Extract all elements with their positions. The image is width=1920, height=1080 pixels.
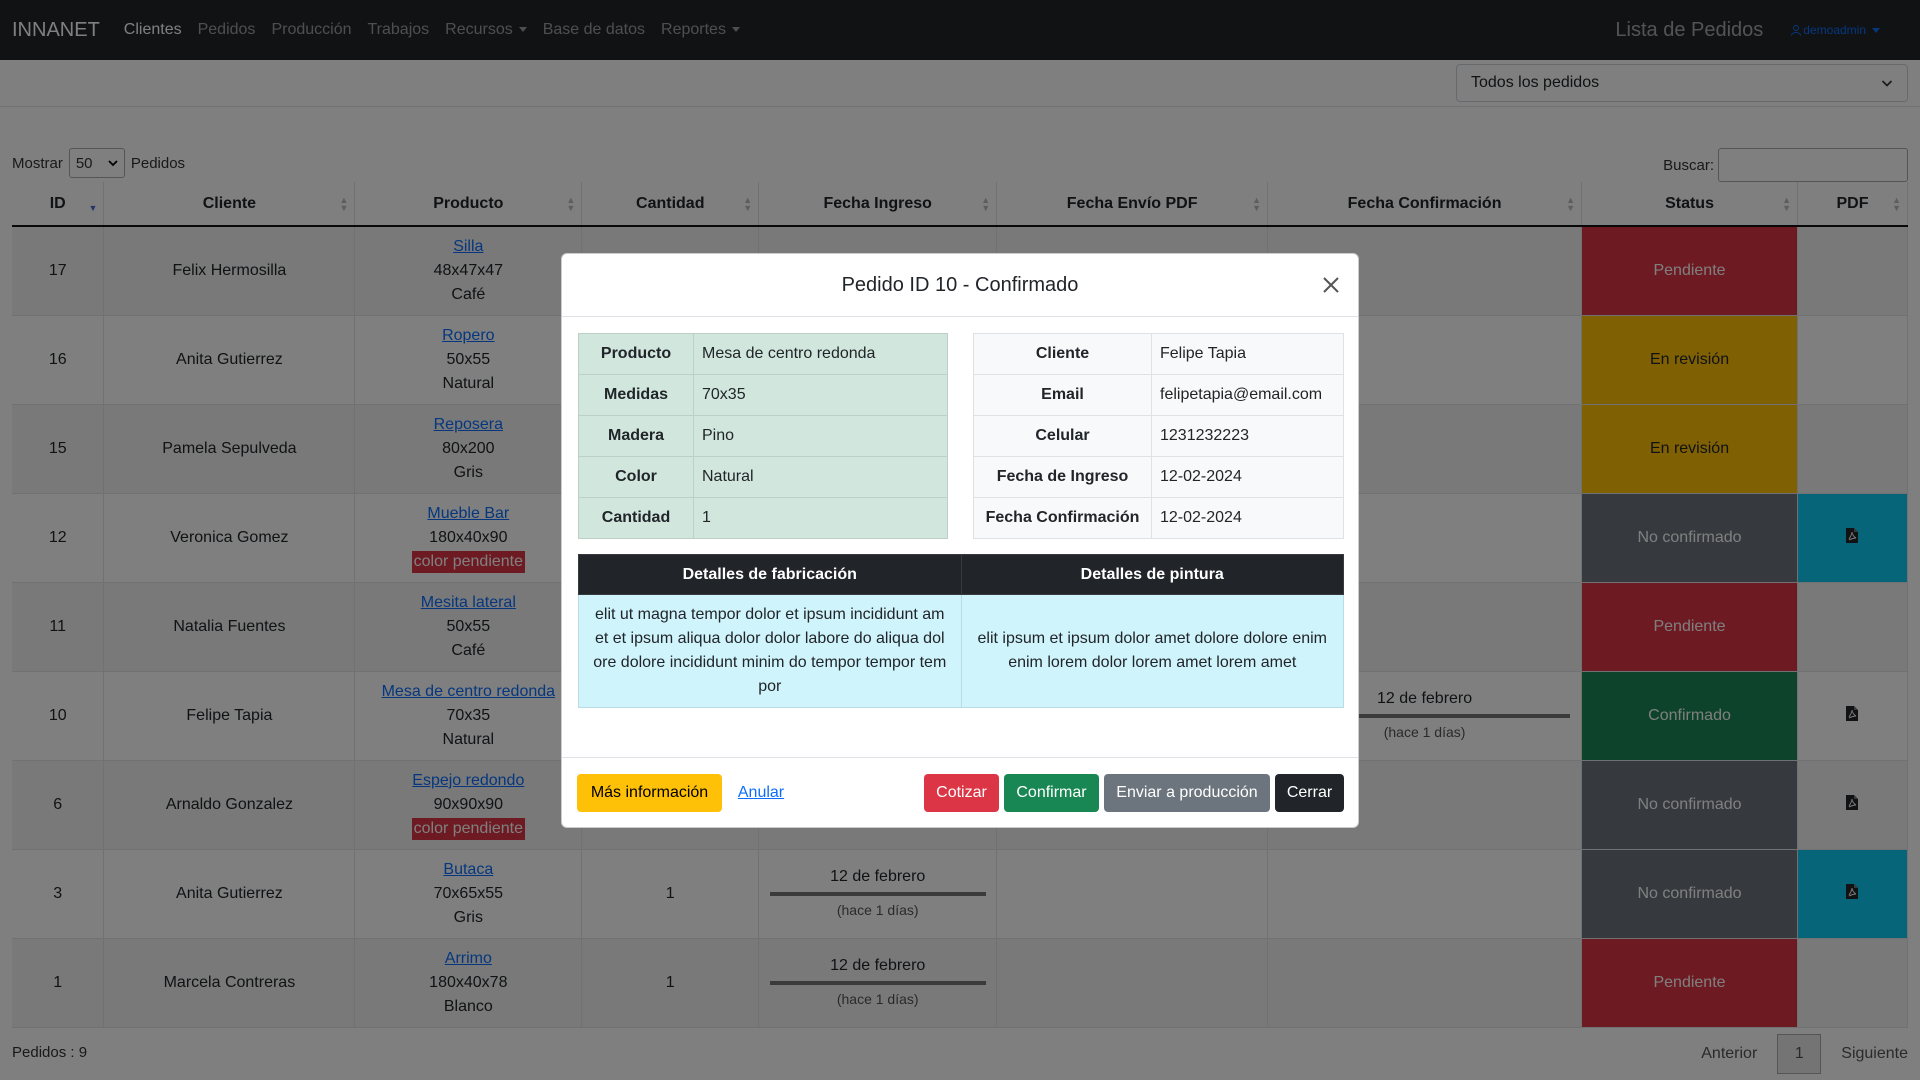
client-info-table: Cliente Felipe Tapia Email felipetapia@emai… bbox=[973, 333, 1344, 539]
info-row: Madera Pino bbox=[578, 415, 948, 457]
info-value: 12-02-2024 bbox=[1151, 497, 1344, 539]
info-value: felipetapia@email.com bbox=[1151, 374, 1344, 416]
info-value: 1231232223 bbox=[1151, 415, 1344, 457]
info-row: Fecha de Ingreso 12-02-2024 bbox=[973, 456, 1344, 498]
info-key: Email bbox=[973, 374, 1152, 416]
info-key: Producto bbox=[578, 333, 694, 375]
send-to-production-button[interactable]: Enviar a producción bbox=[1104, 774, 1270, 812]
info-row: Fecha Confirmación 12-02-2024 bbox=[973, 497, 1344, 539]
info-value: 1 bbox=[693, 497, 948, 539]
info-value: Felipe Tapia bbox=[1151, 333, 1344, 375]
fabricacion-header: Detalles de fabricación bbox=[578, 554, 962, 595]
info-row: Cliente Felipe Tapia bbox=[973, 333, 1344, 375]
close-button[interactable]: Cerrar bbox=[1275, 774, 1344, 812]
confirm-button[interactable]: Confirmar bbox=[1004, 774, 1099, 812]
fabricacion-details: elit ut magna tempor dolor et ipsum inci… bbox=[578, 594, 962, 708]
info-key: Cliente bbox=[973, 333, 1152, 375]
info-value: Pino bbox=[693, 415, 948, 457]
info-value: Natural bbox=[693, 456, 948, 498]
info-key: Color bbox=[578, 456, 694, 498]
modal-title: Pedido ID 10 - Confirmado bbox=[841, 273, 1079, 296]
info-key: Medidas bbox=[578, 374, 694, 416]
order-modal: Pedido ID 10 - Confirmado Producto Mesa d… bbox=[561, 253, 1359, 828]
info-row: Medidas 70x35 bbox=[578, 374, 948, 416]
info-key: Fecha de Ingreso bbox=[973, 456, 1152, 498]
info-key: Fecha Confirmación bbox=[973, 497, 1152, 539]
cotizar-button[interactable]: Cotizar bbox=[924, 774, 999, 812]
info-row: Celular 1231232223 bbox=[973, 415, 1344, 457]
info-value: 12-02-2024 bbox=[1151, 456, 1344, 498]
info-key: Celular bbox=[973, 415, 1152, 457]
modal-footer: Más información Anular Cotizar Confirmar… bbox=[562, 757, 1358, 829]
more-info-button[interactable]: Más información bbox=[577, 774, 722, 812]
info-row: Cantidad 1 bbox=[578, 497, 948, 539]
product-info-table: Producto Mesa de centro redonda Medidas 70x… bbox=[578, 333, 948, 539]
info-key: Madera bbox=[578, 415, 694, 457]
pintura-details: elit ipsum et ipsum dolor amet dolore do… bbox=[960, 594, 1344, 708]
info-row: Email felipetapia@email.com bbox=[973, 374, 1344, 416]
info-value: Mesa de centro redonda bbox=[693, 333, 948, 375]
info-row: Color Natural bbox=[578, 456, 948, 498]
info-key: Cantidad bbox=[578, 497, 694, 539]
close-icon[interactable] bbox=[1320, 274, 1342, 296]
modal-header: Pedido ID 10 - Confirmado bbox=[562, 254, 1358, 317]
details-table: Detalles de fabricación Detalles de pint… bbox=[578, 554, 1344, 708]
info-value: 70x35 bbox=[693, 374, 948, 416]
info-row: Producto Mesa de centro redonda bbox=[578, 333, 948, 375]
pintura-header: Detalles de pintura bbox=[960, 554, 1344, 595]
anular-link[interactable]: Anular bbox=[736, 774, 786, 812]
